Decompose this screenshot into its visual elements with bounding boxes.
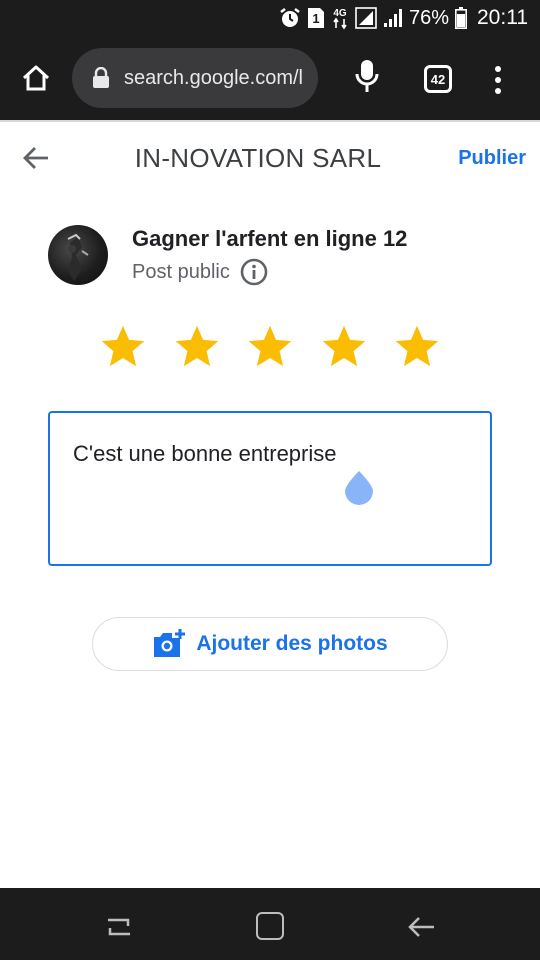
- author-name: Gagner l'arfent en ligne 12: [132, 226, 408, 251]
- tabs-button[interactable]: 42: [424, 65, 452, 93]
- info-icon[interactable]: [240, 258, 268, 286]
- add-photos-button[interactable]: Ajouter des photos: [92, 617, 448, 671]
- network-type-icon: 4G: [331, 6, 349, 30]
- system-nav-bar: [0, 888, 540, 960]
- sim-badge-number: 1: [312, 11, 319, 26]
- publish-button[interactable]: Publier: [458, 147, 526, 170]
- tab-count: 42: [430, 71, 446, 87]
- post-visibility: Post public: [132, 258, 268, 286]
- home-button[interactable]: [14, 58, 58, 102]
- browser-toolbar: search.google.com/l 42: [0, 36, 540, 120]
- lock-icon: [92, 67, 110, 89]
- review-textarea[interactable]: C'est une bonne entreprise: [48, 411, 492, 566]
- text-cursor-handle-icon[interactable]: [343, 469, 375, 505]
- system-home-icon[interactable]: [256, 912, 284, 940]
- clock: 20:11: [477, 6, 528, 29]
- star-1-icon[interactable]: [98, 322, 148, 372]
- add-photo-camera-icon: [152, 629, 186, 659]
- add-photos-label: Ajouter des photos: [196, 632, 388, 655]
- star-rating: [98, 322, 442, 372]
- alarm-icon: [279, 7, 301, 29]
- system-back-icon[interactable]: [404, 910, 438, 944]
- star-4-icon[interactable]: [319, 322, 369, 372]
- recent-apps-icon[interactable]: [102, 910, 136, 944]
- overflow-menu-icon: [495, 66, 501, 72]
- wifi-signal-icon: [383, 8, 403, 28]
- mic-icon: [355, 58, 379, 99]
- voice-search-button[interactable]: [350, 56, 384, 100]
- avatar: [48, 225, 108, 285]
- avatar-image: [67, 233, 89, 281]
- review-text: C'est une bonne entreprise: [73, 441, 337, 466]
- visibility-label: Post public: [132, 260, 230, 283]
- overflow-menu-button[interactable]: [488, 58, 508, 102]
- toolbar-divider: [0, 120, 540, 122]
- overflow-menu-dot: [495, 88, 501, 94]
- home-icon: [21, 63, 51, 98]
- status-icons: 1 4G 76% 20:11: [279, 0, 528, 36]
- star-3-icon[interactable]: [245, 322, 295, 372]
- battery-icon: [455, 7, 467, 29]
- signal-icon: [355, 7, 377, 29]
- page-title: IN-NOVATION SARL: [134, 143, 382, 173]
- star-2-icon[interactable]: [172, 322, 222, 372]
- address-bar[interactable]: search.google.com/l: [72, 48, 318, 108]
- star-5-icon[interactable]: [392, 322, 442, 372]
- battery-percent: 76%: [408, 6, 449, 29]
- status-bar: 1 4G 76% 20:11: [0, 0, 540, 36]
- network-type-label: 4G: [333, 8, 347, 19]
- sim-icon: 1: [307, 7, 325, 29]
- overflow-menu-dot: [495, 77, 501, 83]
- url-text: search.google.com/l: [124, 66, 303, 89]
